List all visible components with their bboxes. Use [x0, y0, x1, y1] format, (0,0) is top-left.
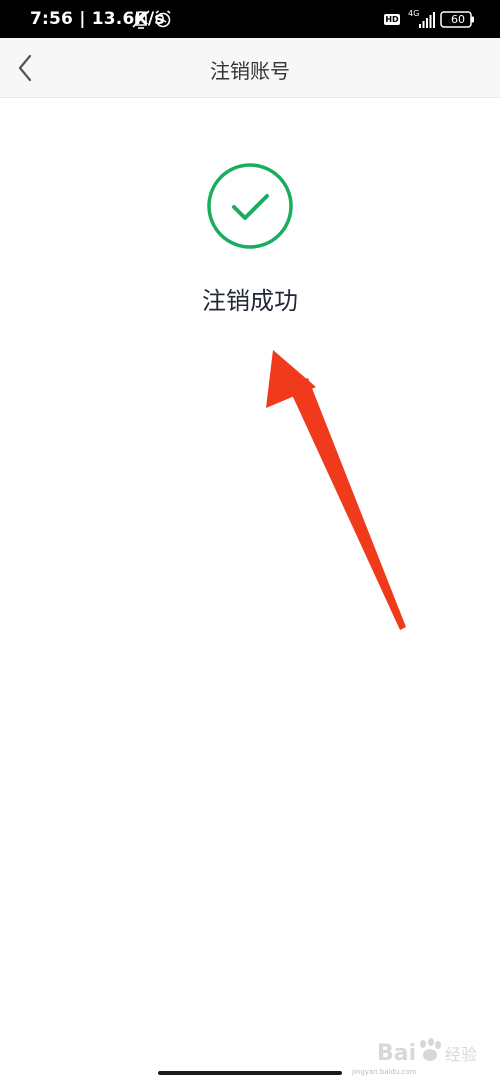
svg-text:经验: 经验	[445, 1045, 477, 1064]
check-circle-icon	[207, 163, 293, 249]
svg-text:Bai: Bai	[377, 1041, 416, 1066]
success-message: 注销成功	[202, 287, 298, 315]
status-icons	[132, 10, 474, 29]
arrow-shaft	[288, 378, 406, 630]
battery-level: 60	[451, 13, 465, 26]
signal-icon	[419, 12, 435, 28]
home-indicator[interactable]	[158, 1071, 342, 1075]
hd-icon: HD	[384, 14, 400, 25]
page-title: 注销账号	[210, 59, 290, 83]
network-type-label: 4G	[408, 9, 420, 18]
watermark-url: jingyan.baidu.com	[352, 1068, 417, 1076]
arrow-head	[266, 350, 316, 408]
nav-bar: 注销账号	[0, 38, 500, 98]
status-bar: 7:56 | 13.6K/s HD 4G 60	[0, 0, 500, 38]
alarm-icon	[155, 10, 171, 28]
mute-notification-icon	[132, 10, 150, 29]
